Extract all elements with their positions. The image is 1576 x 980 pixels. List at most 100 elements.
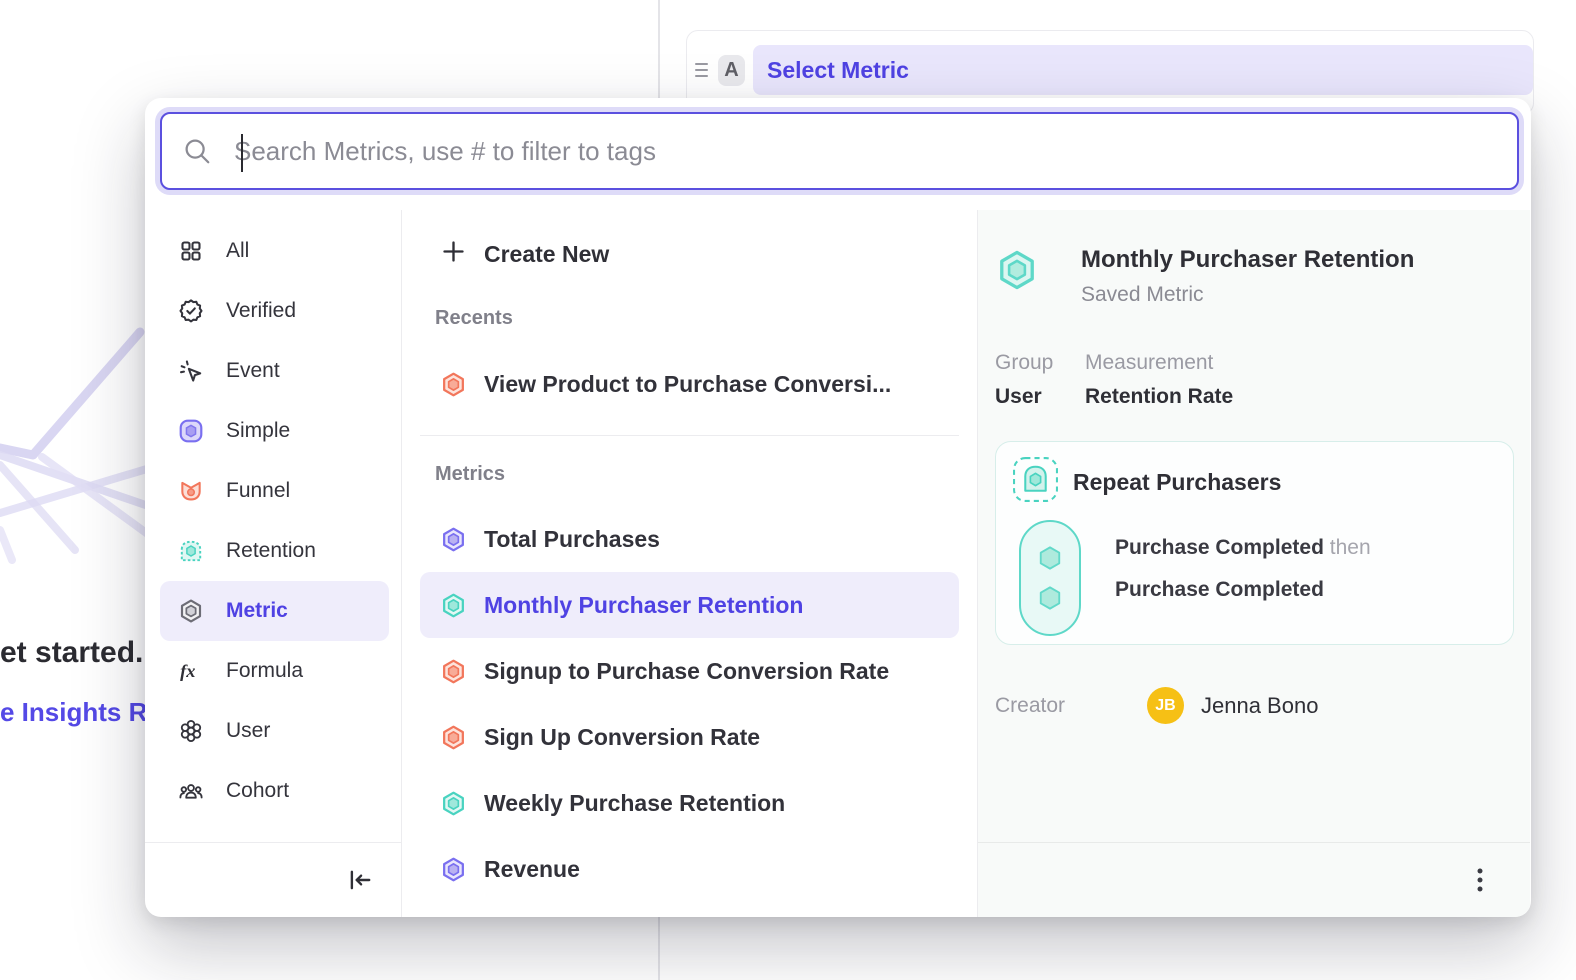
sidebar-item-verified[interactable]: Verified — [160, 281, 389, 341]
recent-metric-item[interactable]: View Product to Purchase Conversi... — [420, 354, 959, 414]
metric-item-weekly-purchase-retention[interactable]: Weekly Purchase Retention — [420, 770, 959, 836]
bookmarked-metric-icon — [1012, 456, 1059, 508]
metric-item-sign-up-conversion[interactable]: Sign Up Conversion Rate — [420, 704, 959, 770]
create-new-label: Create New — [484, 241, 609, 268]
cursor-click-icon — [178, 358, 204, 384]
step-2-event: Purchase Completed — [1115, 578, 1324, 601]
insights-report-link[interactable]: e Insights Re — [0, 697, 162, 728]
metric-item-total-purchases[interactable]: Total Purchases — [420, 506, 959, 572]
metric-item-label: Weekly Purchase Retention — [484, 790, 785, 817]
metrics-heading: Metrics — [435, 463, 977, 486]
metric-results-column: Create New Recents View Product to Purch… — [402, 210, 978, 917]
sidebar-item-label: Event — [226, 359, 280, 383]
metric-item-label: View Product to Purchase Conversi... — [484, 371, 891, 398]
creator-row: Creator JB Jenna Bono — [995, 687, 1514, 724]
kebab-vertical-icon — [1468, 867, 1492, 893]
filter-sidebar: All Verified — [145, 210, 402, 917]
then-connector: then — [1330, 536, 1371, 559]
search-box — [160, 112, 1519, 190]
retention-steps-capsule — [1019, 520, 1081, 636]
detail-footer — [978, 842, 1530, 917]
sidebar-item-label: Verified — [226, 299, 296, 323]
sidebar-item-label: User — [226, 719, 270, 743]
sidebar-item-retention[interactable]: Retention — [160, 521, 389, 581]
get-started-text: et started. — [0, 636, 143, 670]
teal-hexagon-icon — [440, 790, 467, 817]
creator-avatar: JB — [1147, 687, 1184, 724]
user-cluster-icon — [178, 718, 204, 744]
purple-hexagon-icon — [440, 526, 467, 553]
drag-handle-icon[interactable] — [695, 63, 708, 77]
collapse-sidebar-button[interactable] — [347, 867, 373, 893]
group-value: User — [995, 385, 1085, 409]
kebab-menu-button[interactable] — [1468, 867, 1492, 893]
detail-title: Monthly Purchaser Retention — [1081, 246, 1414, 274]
sidebar-item-label: Cohort — [226, 779, 289, 803]
sidebar-item-metric[interactable]: Metric — [160, 581, 389, 641]
funnel-icon — [178, 478, 204, 504]
coral-hexagon-icon — [440, 371, 467, 398]
measurement-label: Measurement — [1085, 351, 1514, 375]
sidebar-item-user[interactable]: User — [160, 701, 389, 761]
coral-hexagon-icon — [440, 724, 467, 751]
detail-subtitle: Saved Metric — [1081, 283, 1414, 307]
creator-label: Creator — [995, 694, 1147, 718]
text-cursor — [241, 134, 243, 172]
screen: et started. e Insights Re A Select Metri… — [0, 0, 1576, 980]
metric-item-label: Total Purchases — [484, 526, 660, 553]
metric-item-label: Monthly Purchaser Retention — [484, 592, 803, 619]
verified-badge-icon — [178, 298, 204, 324]
saved-metric-icon — [995, 248, 1039, 292]
sidebar-item-cohort[interactable]: Cohort — [160, 761, 389, 821]
search-icon — [182, 136, 212, 166]
cohort-people-icon — [178, 778, 204, 804]
sidebar-item-event[interactable]: Event — [160, 341, 389, 401]
sidebar-item-label: Retention — [226, 539, 316, 563]
metric-definition-card: Repeat Purchasers — [995, 441, 1514, 645]
sidebar-item-formula[interactable]: fx Formula — [160, 641, 389, 701]
plus-icon — [440, 238, 467, 270]
purple-hexagon-icon — [440, 856, 467, 883]
sidebar-item-simple[interactable]: Simple — [160, 401, 389, 461]
group-label: Group — [995, 351, 1085, 375]
svg-text:fx: fx — [180, 661, 195, 681]
step-hexagon-icon — [1035, 543, 1065, 573]
metric-item-signup-to-purchase[interactable]: Signup to Purchase Conversion Rate — [420, 638, 959, 704]
metric-item-revenue[interactable]: Revenue — [420, 836, 959, 902]
sidebar-item-label: Formula — [226, 659, 303, 683]
metric-item-label: Revenue — [484, 856, 580, 883]
retention-steps: Purchase Completed then Purchase Complet… — [1115, 536, 1371, 636]
metric-hexagon-icon — [178, 598, 204, 624]
sidebar-item-label: All — [226, 239, 249, 263]
search-input[interactable] — [234, 136, 1497, 167]
metric-item-monthly-purchaser-retention[interactable]: Monthly Purchaser Retention — [420, 572, 959, 638]
step-1-event: Purchase Completed — [1115, 536, 1324, 559]
collapse-left-arrow-icon — [347, 867, 373, 893]
card-title: Repeat Purchasers — [1073, 469, 1281, 496]
retention-arch-icon — [178, 538, 204, 564]
formula-fx-icon: fx — [178, 658, 204, 684]
measurement-value: Retention Rate — [1085, 385, 1514, 409]
sidebar-item-label: Funnel — [226, 479, 290, 503]
metric-item-label: Signup to Purchase Conversion Rate — [484, 658, 889, 685]
sidebar-item-label: Simple — [226, 419, 290, 443]
creator-name: Jenna Bono — [1201, 693, 1318, 719]
teal-hexagon-icon — [440, 592, 467, 619]
metric-picker-modal: All Verified — [145, 98, 1531, 917]
grid-icon — [178, 238, 204, 264]
select-metric-label: Select Metric — [767, 57, 909, 84]
section-divider — [420, 435, 959, 436]
select-metric-button[interactable]: Select Metric — [753, 45, 1533, 95]
metric-item-label: Sign Up Conversion Rate — [484, 724, 760, 751]
series-a-badge: A — [718, 55, 745, 86]
recents-heading: Recents — [435, 307, 977, 330]
detail-properties: Group Measurement User Retention Rate — [995, 351, 1514, 409]
sidebar-item-label: Metric — [226, 599, 288, 623]
sidebar-item-all[interactable]: All — [160, 221, 389, 281]
sidebar-footer — [145, 842, 401, 917]
sidebar-item-funnel[interactable]: Funnel — [160, 461, 389, 521]
create-new-button[interactable]: Create New — [420, 224, 959, 284]
simple-hexagon-icon — [178, 418, 204, 444]
coral-hexagon-icon — [440, 658, 467, 685]
metric-detail-panel: Monthly Purchaser Retention Saved Metric… — [978, 210, 1530, 917]
